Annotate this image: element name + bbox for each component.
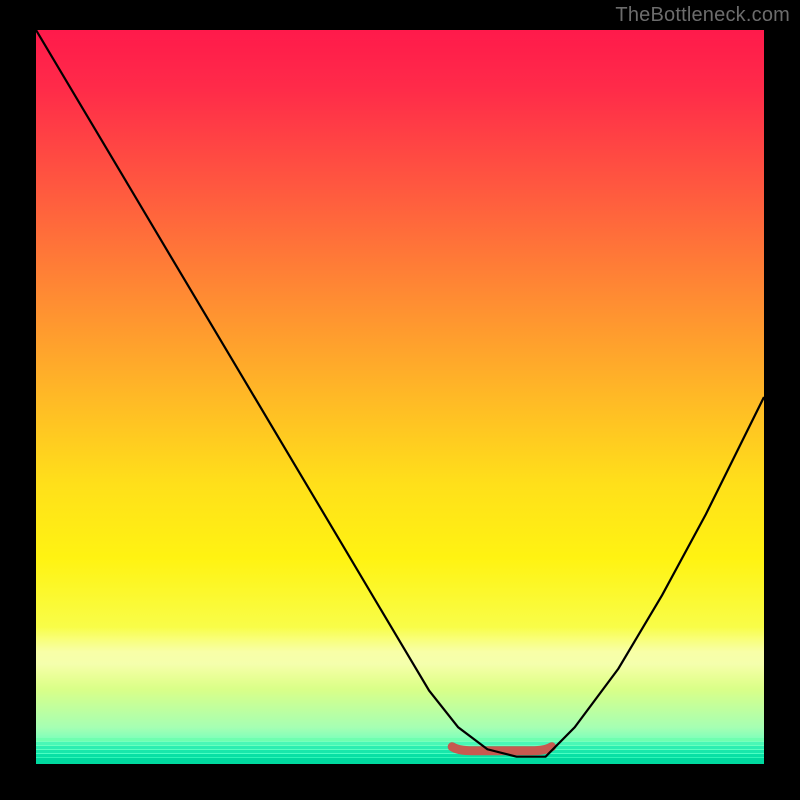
plot-area (36, 30, 764, 764)
main-curve (36, 30, 764, 757)
chart-svg (36, 30, 764, 764)
bottom-flat-segment (452, 747, 551, 751)
watermark-text: TheBottleneck.com (615, 4, 790, 27)
chart-frame: TheBottleneck.com (0, 0, 800, 800)
